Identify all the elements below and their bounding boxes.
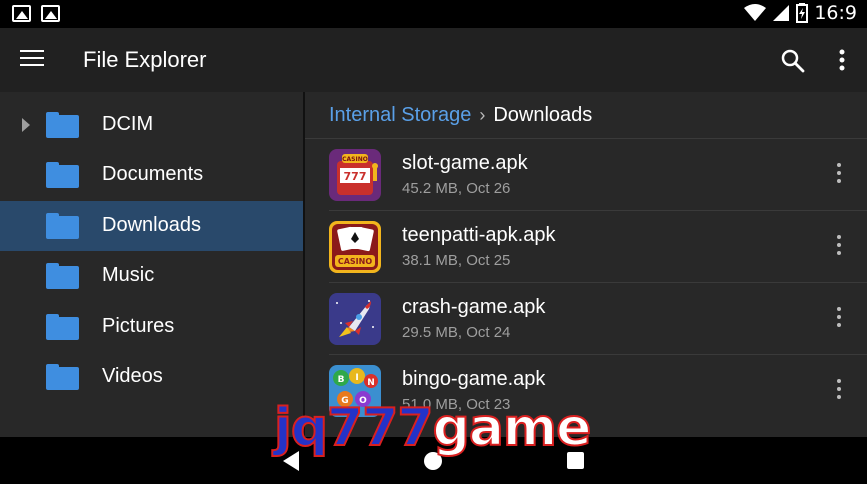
bingo-ball-b: B: [338, 375, 345, 385]
folder-icon: [46, 314, 79, 340]
status-time: 16:9: [814, 2, 857, 24]
sidebar-item-label: Downloads: [102, 214, 201, 236]
breadcrumb-current: Downloads: [493, 104, 593, 126]
sidebar-item-label: Videos: [102, 365, 163, 387]
folder-icon: [46, 162, 79, 188]
signal-icon: [773, 5, 790, 21]
sidebar: DCIM Documents Downloads Music Pictures …: [0, 92, 303, 437]
more-vert-icon[interactable]: [832, 48, 852, 74]
file-name: bingo-game.apk: [402, 368, 546, 390]
file-name: teenpatti-apk.apk: [402, 224, 556, 246]
sidebar-item-pictures[interactable]: Pictures: [0, 302, 303, 352]
sidebar-item-label: Pictures: [102, 315, 175, 337]
file-name: crash-game.apk: [402, 296, 546, 318]
breadcrumb: Internal Storage › Downloads: [329, 104, 592, 127]
battery-icon: [796, 3, 809, 23]
more-vert-icon[interactable]: [829, 379, 849, 403]
file-meta: 45.2 MB, Oct 26: [402, 180, 511, 197]
status-right: 16:9: [744, 2, 857, 24]
app-title: File Explorer: [83, 47, 207, 72]
bingo-ball-i: I: [355, 373, 358, 383]
watermark: jq777game: [273, 397, 593, 459]
status-bar: 16:9: [0, 0, 867, 28]
breadcrumb-root[interactable]: Internal Storage: [329, 104, 471, 127]
sidebar-item-music[interactable]: Music: [0, 251, 303, 301]
sidebar-item-videos[interactable]: Videos: [0, 352, 303, 402]
rocket-icon: [329, 293, 381, 345]
watermark-part2: game: [432, 397, 593, 459]
slot-machine-icon: CASINO 777: [329, 149, 381, 201]
bingo-ball-n: N: [367, 378, 375, 388]
slot-icon-label: CASINO: [342, 156, 368, 163]
image-icon: [41, 5, 60, 22]
sidebar-item-dcim[interactable]: DCIM: [0, 100, 303, 150]
sidebar-item-downloads[interactable]: Downloads: [0, 201, 303, 251]
sidebar-item-label: Music: [102, 264, 155, 286]
slot-icon-reels: 777: [344, 170, 367, 183]
casino-cards-icon: CASINO: [329, 221, 381, 273]
folder-icon: [46, 263, 79, 289]
sidebar-item-label: DCIM: [102, 113, 154, 135]
folder-icon: [46, 112, 79, 138]
sidebar-item-documents[interactable]: Documents: [0, 150, 303, 200]
chevron-right-icon: ›: [479, 105, 486, 125]
file-row[interactable]: crash-game.apk 29.5 MB, Oct 24: [305, 283, 867, 355]
folder-icon: [46, 364, 79, 390]
more-vert-icon[interactable]: [829, 163, 849, 187]
casino-icon-label: CASINO: [338, 257, 372, 266]
status-left: [12, 5, 60, 22]
app-bar: File Explorer: [0, 28, 867, 92]
file-row[interactable]: CASINO 777 slot-game.apk 45.2 MB, Oct 26: [305, 139, 867, 211]
expand-arrow-icon[interactable]: [22, 118, 30, 132]
more-vert-icon[interactable]: [829, 307, 849, 331]
wifi-icon: [744, 4, 767, 21]
file-meta: 38.1 MB, Oct 25: [402, 252, 511, 269]
menu-icon[interactable]: [20, 50, 44, 70]
image-icon: [12, 5, 31, 22]
folder-icon: [46, 213, 79, 239]
file-row[interactable]: CASINO teenpatti-apk.apk 38.1 MB, Oct 25: [305, 211, 867, 283]
watermark-part1: jq777: [273, 397, 435, 459]
sidebar-item-label: Documents: [102, 163, 204, 185]
more-vert-icon[interactable]: [829, 235, 849, 259]
file-meta: 29.5 MB, Oct 24: [402, 324, 511, 341]
search-icon[interactable]: [780, 48, 806, 74]
file-name: slot-game.apk: [402, 152, 528, 174]
file-list-pane: Internal Storage › Downloads CASINO 777 …: [305, 92, 867, 437]
